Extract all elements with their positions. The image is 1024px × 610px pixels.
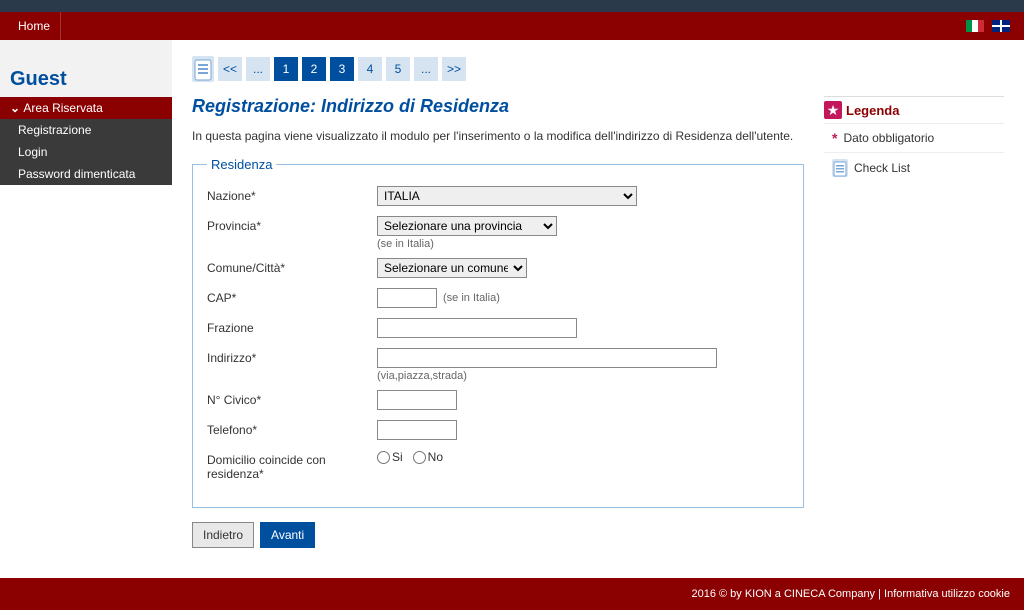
hint-cap: (se in Italia) <box>443 292 500 304</box>
flag-uk-icon[interactable] <box>992 20 1010 32</box>
label-nazione: Nazione* <box>207 186 377 203</box>
input-cap[interactable] <box>377 288 437 308</box>
legend-star-icon: ★ <box>824 101 842 119</box>
sidebar-item-login[interactable]: Login <box>0 141 172 163</box>
sidebar-item-password[interactable]: Password dimenticata <box>0 163 172 185</box>
legend-checklist-label: Check List <box>854 161 910 175</box>
step-5[interactable]: 5 <box>386 57 410 81</box>
input-telefono[interactable] <box>377 420 457 440</box>
menu-home[interactable]: Home <box>8 12 61 40</box>
content: << ... 1 2 3 4 5 ... >> Registrazione: I… <box>192 56 804 548</box>
footer-cookie-link[interactable]: Informativa utilizzo cookie <box>884 588 1010 600</box>
radio-domicilio-si[interactable]: Si <box>377 450 403 464</box>
hint-provincia: (se in Italia) <box>377 238 789 250</box>
step-prev-ellipsis[interactable]: ... <box>246 57 270 81</box>
back-button[interactable]: Indietro <box>192 522 254 548</box>
label-cap: CAP* <box>207 288 377 305</box>
label-comune: Comune/Città* <box>207 258 377 275</box>
checklist-icon <box>192 56 214 82</box>
hint-indirizzo: (via,piazza,strada) <box>377 370 789 382</box>
step-last[interactable]: >> <box>442 57 466 81</box>
input-indirizzo[interactable] <box>377 348 717 368</box>
label-provincia: Provincia* <box>207 216 377 233</box>
asterisk-icon: * <box>832 130 837 146</box>
page-title: Registrazione: Indirizzo di Residenza <box>192 96 804 117</box>
sidebar-guest-header: Guest <box>0 40 172 97</box>
label-civico: N° Civico* <box>207 390 377 407</box>
top-bar <box>0 0 1024 12</box>
sidebar-item-registrazione[interactable]: Registrazione <box>0 119 172 141</box>
select-provincia[interactable]: Selezionare una provincia <box>377 216 557 236</box>
legend-panel: ★ Legenda * Dato obbligatorio Check List <box>824 56 1004 183</box>
select-comune[interactable]: Selezionare un comune <box>377 258 527 278</box>
page-description: In questa pagina viene visualizzato il m… <box>192 129 804 143</box>
input-frazione[interactable] <box>377 318 577 338</box>
label-domicilio: Domicilio coincide con residenza* <box>207 450 377 481</box>
input-civico[interactable] <box>377 390 457 410</box>
footer-copyright: 2016 © by KION a CINECA Company <box>691 588 875 600</box>
fieldset-legend: Residenza <box>207 157 276 172</box>
menu-bar: Home <box>0 12 1024 40</box>
step-next-ellipsis[interactable]: ... <box>414 57 438 81</box>
label-telefono: Telefono* <box>207 420 377 437</box>
language-flags <box>966 20 1016 32</box>
step-1[interactable]: 1 <box>274 57 298 81</box>
footer: 2016 © by KION a CINECA Company | Inform… <box>0 578 1024 610</box>
stepper: << ... 1 2 3 4 5 ... >> <box>192 56 804 82</box>
select-nazione[interactable]: ITALIA <box>377 186 637 206</box>
step-3[interactable]: 3 <box>330 57 354 81</box>
next-button[interactable]: Avanti <box>260 522 315 548</box>
radio-domicilio-no[interactable]: No <box>413 450 443 464</box>
flag-it-icon[interactable] <box>966 20 984 32</box>
sidebar-area-riservata[interactable]: Area Riservata <box>0 97 172 119</box>
sidebar: Guest Area Riservata Registrazione Login… <box>0 40 172 185</box>
label-frazione: Frazione <box>207 318 377 335</box>
legend-required-label: Dato obbligatorio <box>843 131 934 145</box>
step-first[interactable]: << <box>218 57 242 81</box>
step-4[interactable]: 4 <box>358 57 382 81</box>
legend-title: Legenda <box>846 103 899 118</box>
label-indirizzo: Indirizzo* <box>207 348 377 365</box>
checklist-small-icon <box>832 159 848 177</box>
step-2[interactable]: 2 <box>302 57 326 81</box>
fieldset-residenza: Residenza Nazione* ITALIA Provincia* Sel… <box>192 157 804 508</box>
